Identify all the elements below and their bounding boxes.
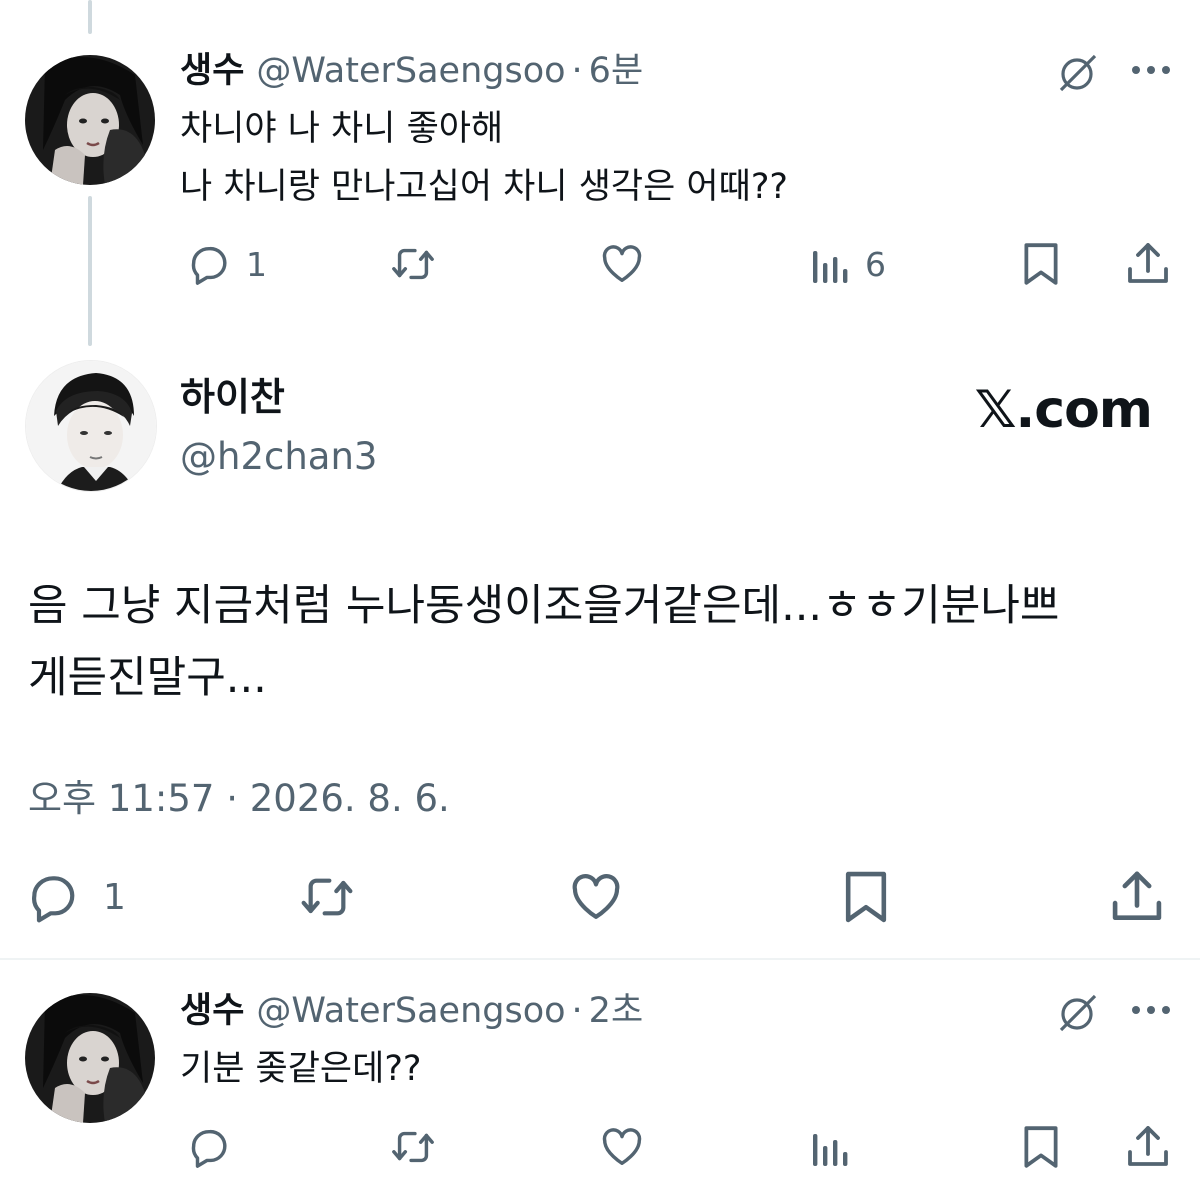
like-button[interactable]: [566, 869, 626, 925]
retweet-icon: [301, 878, 353, 916]
reply-icon: [191, 246, 227, 285]
display-name[interactable]: 생수: [180, 991, 244, 1031]
views-button[interactable]: 6: [811, 243, 886, 285]
tweet-text: 기분 좆같은데??: [180, 1049, 422, 1089]
share-button[interactable]: [1126, 241, 1170, 287]
separator: ·: [571, 991, 583, 1031]
retweet-icon: [392, 248, 434, 280]
bookmark-icon: [845, 871, 887, 923]
reply-count: 1: [103, 876, 126, 918]
grok-icon[interactable]: [1055, 50, 1101, 100]
timestamp[interactable]: 오후 11:57 · 2026. 8. 6.: [28, 774, 450, 824]
like-icon: [602, 245, 642, 283]
handle[interactable]: @WaterSaengsoo: [256, 51, 565, 91]
more-icon[interactable]: [1130, 1002, 1172, 1021]
bookmark-button[interactable]: [1020, 1124, 1062, 1170]
reply-header: 생수 @WaterSaengsoo · 6분: [180, 50, 643, 92]
bookmark-icon: [1024, 243, 1058, 285]
tweet-text: 차니야 나 차니 좋아해 나 차니랑 만나고십어 차니 생각은 어때??: [180, 109, 788, 207]
thread-line-top: [88, 0, 92, 34]
reply-count: 1: [246, 244, 267, 284]
retweet-button[interactable]: [298, 869, 356, 925]
time-ago[interactable]: 6분: [589, 51, 643, 91]
thread-line-middle: [88, 196, 92, 346]
share-button[interactable]: [1126, 1124, 1170, 1170]
reply-icon: [191, 1129, 227, 1168]
share-icon: [1112, 871, 1162, 921]
xcom-watermark: 𝕏.com: [974, 380, 1153, 440]
bookmark-button[interactable]: [1020, 241, 1062, 287]
handle[interactable]: @h2chan3: [180, 434, 377, 480]
avatar[interactable]: [25, 55, 155, 185]
time-ago[interactable]: 2초: [589, 991, 643, 1031]
retweet-icon: [392, 1131, 434, 1163]
share-button[interactable]: [1110, 869, 1164, 925]
reply-header: 생수 @WaterSaengsoo · 2초: [180, 990, 643, 1032]
display-name[interactable]: 생수: [180, 51, 244, 91]
grok-icon[interactable]: [1055, 990, 1101, 1040]
bookmark-icon: [1024, 1126, 1058, 1168]
separator: ·: [571, 51, 583, 91]
retweet-button[interactable]: [389, 241, 437, 287]
share-icon: [1128, 243, 1168, 283]
tweet-text: 음 그냥 지금처럼 누나동생이조을거같은데...ㅎㅎ기분나쁘 게듣진말구...: [28, 581, 1060, 703]
avatar[interactable]: [25, 993, 155, 1123]
divider: [0, 958, 1200, 960]
like-button[interactable]: [598, 241, 646, 287]
more-icon[interactable]: [1130, 62, 1172, 81]
bookmark-button[interactable]: [840, 869, 892, 925]
reply-button[interactable]: 1: [25, 869, 126, 925]
like-button[interactable]: [598, 1124, 646, 1170]
views-button[interactable]: [811, 1126, 851, 1168]
views-icon: [813, 251, 848, 283]
views-count: 6: [865, 244, 886, 284]
display-name[interactable]: 하이찬: [180, 374, 285, 420]
handle[interactable]: @WaterSaengsoo: [256, 991, 565, 1031]
retweet-button[interactable]: [389, 1124, 437, 1170]
views-icon: [813, 1134, 848, 1166]
reply-button[interactable]: 1: [186, 241, 267, 287]
like-icon: [602, 1128, 642, 1166]
reply-icon: [32, 876, 75, 923]
share-icon: [1128, 1126, 1168, 1166]
like-icon: [572, 874, 620, 919]
reply-button[interactable]: [186, 1124, 232, 1170]
avatar[interactable]: [25, 360, 157, 492]
